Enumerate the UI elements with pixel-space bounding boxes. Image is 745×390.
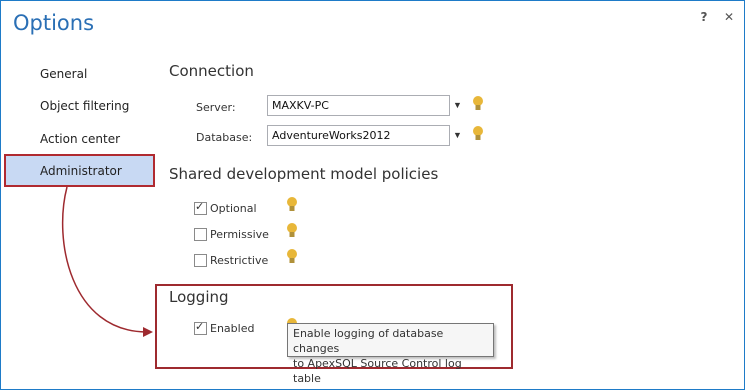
options-window: Options ? ✕ General Object filtering Act… xyxy=(0,0,745,390)
annotation-arrow xyxy=(61,186,153,337)
